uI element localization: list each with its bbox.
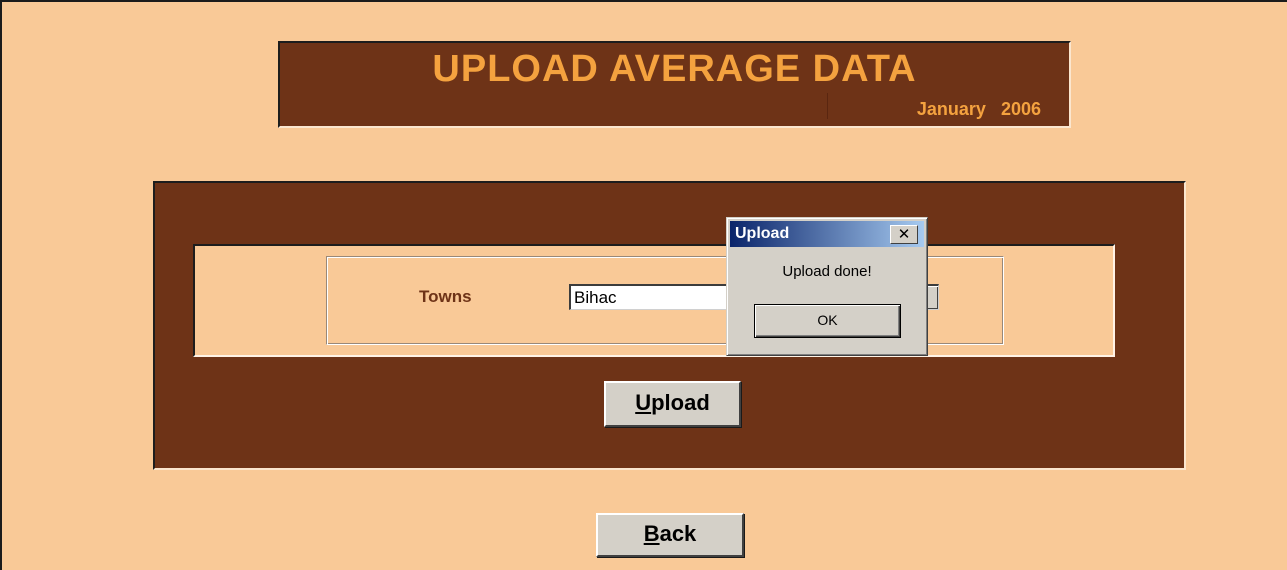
upload-button[interactable]: Upload <box>604 381 741 427</box>
dialog-title: Upload <box>735 225 790 242</box>
towns-label: Towns <box>419 287 472 306</box>
upload-average-data-screen: UPLOAD AVERAGE DATA January 2006 Towns B… <box>0 0 1287 570</box>
dialog-titlebar[interactable]: Upload ✕ <box>730 221 924 247</box>
period-year: 2006 <box>1000 99 1041 119</box>
upload-dialog: Upload ✕ Upload done! OK <box>726 217 928 356</box>
upload-mnemonic: U <box>635 390 652 415</box>
ok-button[interactable]: OK <box>754 304 901 338</box>
main-panel: Towns Bihac Upload <box>153 181 1186 470</box>
page-title: UPLOAD AVERAGE DATA <box>432 48 917 90</box>
upload-button-label: pload <box>651 390 710 415</box>
back-button-label: ack <box>659 521 697 546</box>
banner-divider <box>826 93 828 119</box>
back-button[interactable]: Back <box>596 513 744 557</box>
period-display: January 2006 <box>826 93 1041 119</box>
towns-select-value: Bihac <box>574 288 617 307</box>
close-icon[interactable]: ✕ <box>890 225 918 244</box>
header-banner: UPLOAD AVERAGE DATA January 2006 <box>278 41 1071 128</box>
dialog-message: Upload done! <box>782 263 872 280</box>
period-month: January <box>916 99 986 119</box>
selection-area: Towns Bihac <box>193 244 1115 357</box>
back-mnemonic: B <box>643 521 660 546</box>
